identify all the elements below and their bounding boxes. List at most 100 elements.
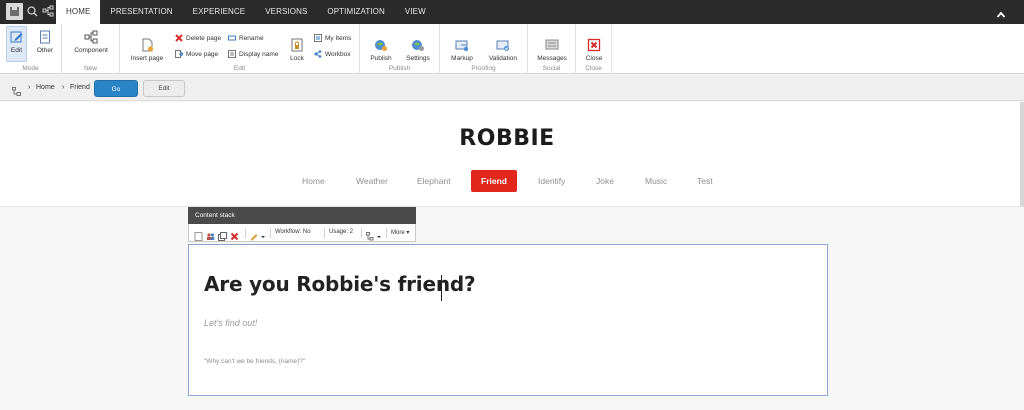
- tree-icon[interactable]: [12, 83, 21, 96]
- edit-mode-label: Edit: [10, 47, 23, 54]
- component-icon: [84, 30, 98, 44]
- group-label-new: New: [83, 65, 97, 72]
- rename-button[interactable]: Rename: [228, 33, 264, 43]
- rename-icon: [228, 34, 236, 42]
- properties-icon[interactable]: [194, 228, 203, 241]
- publish-label: Publish: [370, 55, 392, 62]
- content-stack-title: Content stack: [188, 207, 416, 224]
- markup-button[interactable]: Markup: [450, 26, 474, 62]
- lock-icon: [290, 38, 304, 52]
- close-button[interactable]: Close: [584, 26, 604, 62]
- group-label-social: Social: [542, 65, 561, 72]
- content-subheading[interactable]: Let's find out!: [204, 318, 257, 328]
- nav-item-identify[interactable]: Identify: [538, 176, 565, 186]
- validation-label: Validation: [488, 55, 518, 62]
- close-label: Close: [585, 55, 603, 62]
- my-items-button[interactable]: My Items: [314, 33, 351, 43]
- logo-text: ROBBIE: [459, 126, 554, 150]
- my-items-icon: [314, 34, 322, 42]
- text-caret: [441, 275, 442, 301]
- go-button[interactable]: Go: [94, 80, 138, 97]
- content-heading[interactable]: Are you Robbie's friend?: [204, 272, 476, 296]
- close-icon: [587, 38, 601, 52]
- ribbon-group-new: Component New: [62, 24, 120, 74]
- ribbon-group-publish: Publish Settings Publish: [360, 24, 440, 74]
- tree-dropdown-icon[interactable]: [366, 228, 382, 241]
- chevron-right-icon: ›: [28, 84, 31, 91]
- toolbar-separator: [324, 228, 325, 238]
- workbox-button[interactable]: Workbox: [314, 49, 351, 59]
- search-icon[interactable]: [24, 3, 41, 20]
- markup-icon: [455, 38, 469, 52]
- tab-home[interactable]: HOME: [56, 0, 101, 24]
- save-icon[interactable]: [6, 3, 23, 20]
- nav-item-weather[interactable]: Weather: [356, 176, 388, 186]
- insert-page-button[interactable]: Insert page: [129, 26, 165, 62]
- nav-item-home[interactable]: Home: [302, 176, 325, 186]
- usage-count[interactable]: Usage: 2: [329, 229, 353, 235]
- workflow-status: Workflow: No: [275, 229, 311, 235]
- group-label-publish: Publish: [388, 65, 411, 72]
- document-icon: [38, 30, 52, 44]
- toolbar-separator: [245, 228, 246, 238]
- group-label-edit: Edit: [233, 65, 246, 72]
- tab-versions[interactable]: VERSIONS: [255, 0, 317, 24]
- lock-button[interactable]: Lock: [287, 26, 307, 62]
- messages-label: Messages: [537, 55, 567, 62]
- users-icon[interactable]: [206, 228, 215, 240]
- tab-optimization[interactable]: OPTIMIZATION: [317, 0, 395, 24]
- nav-item-music[interactable]: Music: [645, 176, 667, 186]
- copy-icon[interactable]: [218, 228, 227, 241]
- content-quote[interactable]: "Why can't we be friends, {name}?": [204, 358, 305, 365]
- validation-button[interactable]: Validation: [486, 26, 520, 62]
- chevron-right-icon: ›: [62, 84, 65, 91]
- other-mode-button[interactable]: Other: [33, 26, 57, 54]
- more-dropdown[interactable]: More ▾: [391, 229, 409, 236]
- display-name-button[interactable]: Display name: [228, 49, 278, 59]
- tab-experience[interactable]: EXPERIENCE: [183, 0, 256, 24]
- edit-mode-button[interactable]: Edit: [6, 26, 27, 62]
- move-page-button[interactable]: Move page: [175, 49, 218, 59]
- nav-item-elephant[interactable]: Elephant: [417, 176, 451, 186]
- move-page-icon: [175, 50, 184, 58]
- site-nav: Home Weather Elephant Friend Identify Jo…: [0, 170, 1024, 192]
- delete-page-button[interactable]: Delete page: [175, 33, 221, 43]
- insert-page-label: Insert page: [130, 55, 164, 62]
- breadcrumb-item-friend[interactable]: Friend: [70, 84, 90, 91]
- tab-view[interactable]: VIEW: [395, 0, 436, 24]
- toolbar-separator: [361, 228, 362, 238]
- content-editable-area[interactable]: Are you Robbie's friend? Let's find out!…: [188, 244, 828, 396]
- edit-button[interactable]: Edit: [143, 80, 185, 97]
- ribbon-group-proofing: Markup Validation Proofing: [440, 24, 528, 74]
- nav-item-friend[interactable]: Friend: [471, 170, 517, 192]
- top-tab-bar: HOME PRESENTATION EXPERIENCE VERSIONS OP…: [0, 0, 1024, 24]
- site-logo[interactable]: ROBBIE: [448, 124, 566, 151]
- nav-item-test[interactable]: Test: [697, 176, 713, 186]
- component-label: Component: [74, 47, 108, 54]
- publish-settings-button[interactable]: Settings: [404, 26, 432, 62]
- tab-presentation[interactable]: PRESENTATION: [100, 0, 182, 24]
- ribbon: Edit Other Mode Component New Insert pag…: [0, 24, 1024, 74]
- breadcrumb-item-home[interactable]: Home: [36, 84, 55, 91]
- my-items-label: My Items: [325, 34, 352, 42]
- insert-page-icon: [140, 38, 154, 52]
- pencil-icon: [10, 30, 24, 44]
- move-page-label: Move page: [186, 50, 219, 58]
- tree-icon[interactable]: [40, 3, 57, 20]
- ribbon-group-close: Close Close: [576, 24, 612, 74]
- other-mode-label: Other: [36, 47, 54, 54]
- delete-page-label: Delete page: [186, 34, 222, 42]
- remove-icon[interactable]: [230, 228, 239, 241]
- content-stack-toolbar: Workflow: No Usage: 2 More ▾: [188, 224, 416, 242]
- workbox-label: Workbox: [325, 50, 351, 58]
- messages-icon: [545, 38, 559, 52]
- ribbon-group-edit: Insert page Delete page Move page Rename…: [120, 24, 360, 74]
- ribbon-group-social: Messages Social: [528, 24, 576, 74]
- component-button[interactable]: Component: [71, 26, 111, 54]
- nav-item-joke[interactable]: Joke: [596, 176, 614, 186]
- publish-button[interactable]: Publish: [368, 26, 394, 62]
- collapse-ribbon-icon[interactable]: [996, 7, 1006, 18]
- edit-dropdown-icon[interactable]: [250, 228, 266, 241]
- messages-button[interactable]: Messages: [536, 26, 568, 62]
- publish-icon: [374, 38, 388, 52]
